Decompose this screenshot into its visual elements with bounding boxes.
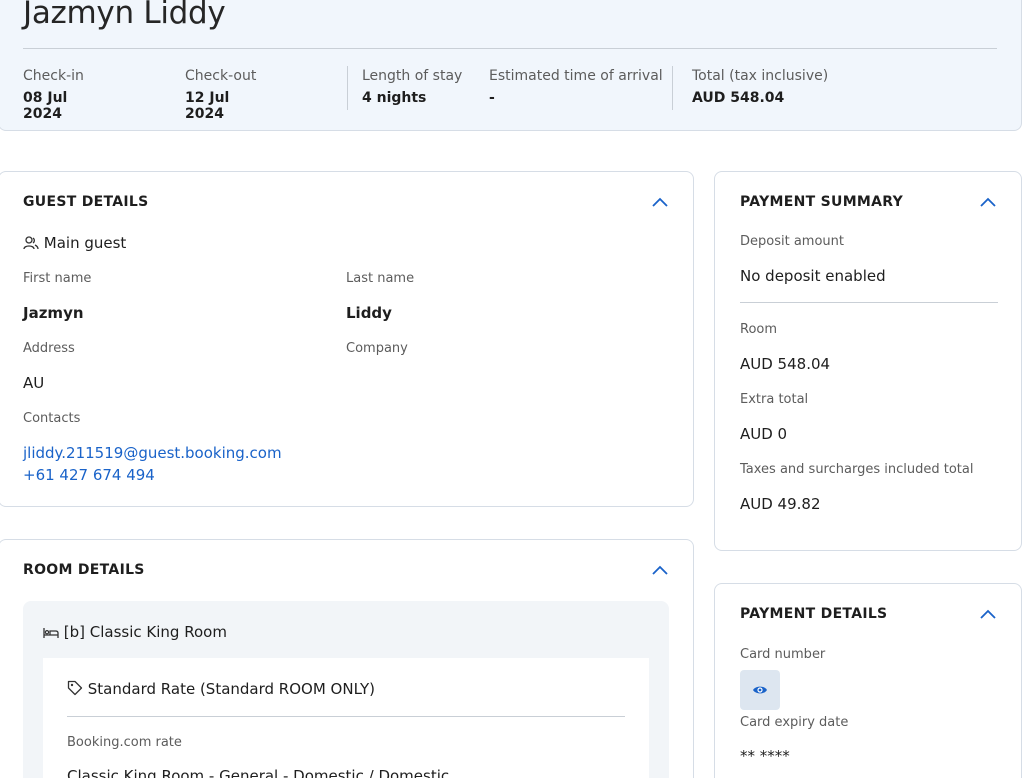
card-number-label: Card number bbox=[740, 647, 826, 662]
check-in-value: 08 Jul 2024 bbox=[23, 90, 68, 122]
header-divider bbox=[23, 48, 997, 49]
payment-summary-card: PAYMENT SUMMARY Deposit amount No deposi… bbox=[714, 171, 1022, 551]
users-icon bbox=[23, 236, 39, 250]
taxes-label: Taxes and surcharges included total bbox=[740, 462, 974, 477]
rate-name: Standard Rate (Standard ROOM ONLY) bbox=[87, 680, 375, 698]
rate-heading: Standard Rate (Standard ROOM ONLY) bbox=[67, 680, 375, 698]
tag-icon bbox=[67, 680, 83, 696]
header-separator bbox=[347, 66, 348, 110]
payment-details-card: PAYMENT DETAILS Card number Card expiry … bbox=[714, 583, 1022, 778]
check-out-value: 12 Jul 2024 bbox=[185, 90, 230, 122]
check-in-stat: Check-in 08 Jul 2024 bbox=[23, 68, 84, 122]
main-guest-heading: Main guest bbox=[23, 234, 126, 252]
guest-details-card: GUEST DETAILS Main guest First name Jazm… bbox=[0, 171, 694, 507]
booking-rate-label: Booking.com rate bbox=[67, 735, 182, 750]
check-out-label: Check-out bbox=[185, 68, 257, 84]
header-separator bbox=[672, 66, 673, 110]
room-total-label: Room bbox=[740, 322, 778, 337]
room-total-value: AUD 548.04 bbox=[740, 355, 831, 373]
total-label: Total (tax inclusive) bbox=[692, 68, 829, 84]
extra-total-value: AUD 0 bbox=[740, 425, 788, 443]
address-label: Address bbox=[23, 341, 75, 356]
summary-divider bbox=[740, 302, 998, 303]
email-link[interactable]: jliddy.211519@guest.booking.com bbox=[23, 444, 282, 462]
stay-stat: Length of stay 4 nights bbox=[362, 68, 463, 106]
rate-divider bbox=[67, 716, 625, 717]
chevron-up-icon[interactable] bbox=[980, 609, 996, 619]
taxes-value: AUD 49.82 bbox=[740, 495, 821, 513]
bed-icon bbox=[43, 628, 59, 638]
chevron-up-icon[interactable] bbox=[652, 197, 668, 207]
deposit-value: No deposit enabled bbox=[740, 267, 886, 285]
total-stat: Total (tax inclusive) AUD 548.04 bbox=[692, 68, 829, 106]
chevron-up-icon[interactable] bbox=[652, 565, 668, 575]
eta-stat: Estimated time of arrival - bbox=[489, 68, 663, 106]
eta-value: - bbox=[489, 90, 495, 106]
check-in-label: Check-in bbox=[23, 68, 84, 84]
payment-summary-title: PAYMENT SUMMARY bbox=[740, 194, 904, 210]
booking-rate-value: Classic King Room - General - Domestic /… bbox=[67, 767, 450, 778]
last-name-value: Liddy bbox=[346, 304, 392, 322]
guest-details-title: GUEST DETAILS bbox=[23, 194, 149, 210]
rate-panel: Standard Rate (Standard ROOM ONLY) Booki… bbox=[43, 658, 649, 778]
phone-link[interactable]: +61 427 674 494 bbox=[23, 466, 155, 484]
address-value: AU bbox=[23, 374, 45, 392]
room-name: [b] Classic King Room bbox=[63, 623, 227, 641]
last-name-label: Last name bbox=[346, 271, 415, 286]
chevron-up-icon[interactable] bbox=[980, 197, 996, 207]
stay-label: Length of stay bbox=[362, 68, 463, 84]
first-name-value: Jazmyn bbox=[23, 304, 84, 322]
reservation-header: Jazmyn Liddy Check-in 08 Jul 2024 Check-… bbox=[0, 0, 1022, 131]
room-details-title: ROOM DETAILS bbox=[23, 562, 145, 578]
deposit-label: Deposit amount bbox=[740, 234, 844, 249]
card-expiry-label: Card expiry date bbox=[740, 715, 849, 730]
extra-total-label: Extra total bbox=[740, 392, 809, 407]
room-block: [b] Classic King Room Standard Rate (Sta… bbox=[23, 601, 669, 778]
main-guest-label: Main guest bbox=[43, 234, 127, 252]
eta-label: Estimated time of arrival bbox=[489, 68, 663, 84]
total-value: AUD 548.04 bbox=[692, 90, 785, 106]
check-out-stat: Check-out 12 Jul 2024 bbox=[185, 68, 257, 122]
card-expiry-value: ** **** bbox=[740, 747, 790, 765]
payment-details-title: PAYMENT DETAILS bbox=[740, 606, 888, 622]
stay-value: 4 nights bbox=[362, 90, 427, 106]
room-details-card: ROOM DETAILS [b] Classic King Room Stand… bbox=[0, 539, 694, 778]
room-heading: [b] Classic King Room bbox=[43, 623, 227, 641]
guest-name-title: Jazmyn Liddy bbox=[23, 0, 226, 31]
eye-icon bbox=[753, 686, 767, 694]
reveal-card-button[interactable] bbox=[740, 670, 780, 710]
company-label: Company bbox=[346, 341, 408, 356]
contacts-label: Contacts bbox=[23, 411, 81, 426]
first-name-label: First name bbox=[23, 271, 92, 286]
